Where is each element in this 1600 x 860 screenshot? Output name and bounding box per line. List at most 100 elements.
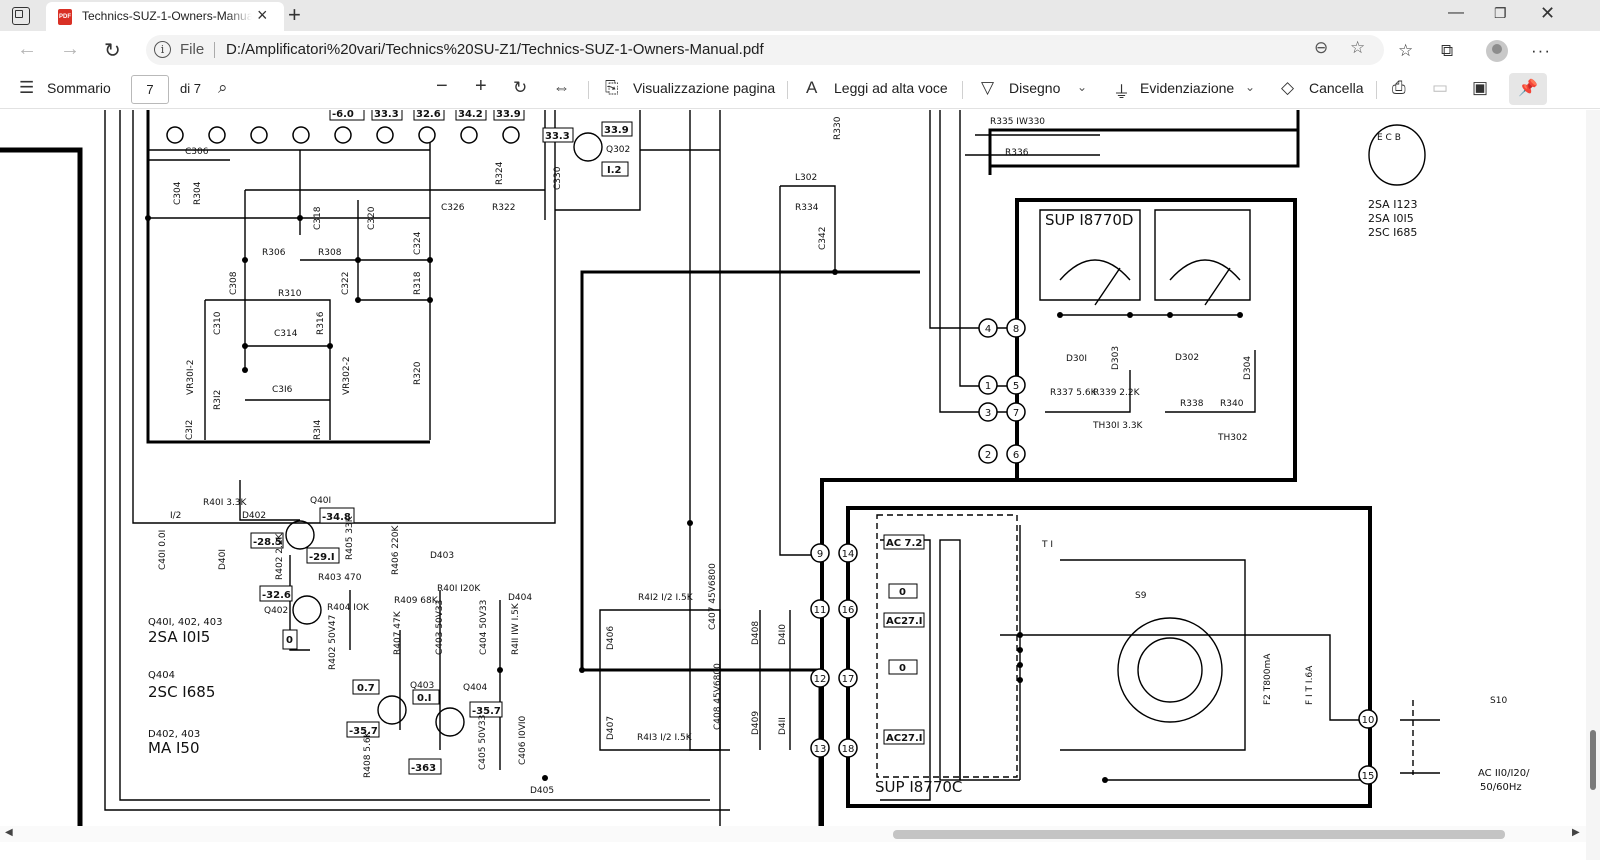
part-reference-label: R4I2 I/2 I.5K xyxy=(638,593,694,603)
part-reference-label: S10 xyxy=(1490,696,1507,706)
refresh-icon[interactable]: ↻ xyxy=(104,38,121,63)
part-reference-label: R3I4 xyxy=(313,419,323,440)
part-reference-label: C403 50V33 xyxy=(435,600,445,655)
page-number-input[interactable]: 7 xyxy=(131,75,169,104)
page-total: di 7 xyxy=(180,81,201,96)
part-reference-label: R334 xyxy=(795,203,819,213)
voltage-label: -29.I xyxy=(309,552,335,563)
fuse-f1-label: F I T I.6A xyxy=(1305,665,1315,705)
vertical-scroll-thumb[interactable] xyxy=(1590,730,1596,790)
svg-text:1: 1 xyxy=(985,381,991,392)
part-reference-label: S9 xyxy=(1135,591,1147,601)
part-reference-label: I/2 xyxy=(170,511,181,521)
part-reference-label: R304 xyxy=(193,181,203,205)
part-reference-label: C306 xyxy=(185,147,209,157)
minimize-icon[interactable]: — xyxy=(1448,4,1464,22)
draw-icon[interactable]: ▽ xyxy=(981,78,994,98)
add-favorite-icon[interactable]: ☆ xyxy=(1350,38,1365,58)
zoom-out-icon[interactable]: ⊖ xyxy=(1314,38,1328,58)
horizontal-scrollbar[interactable]: ◀ ▶ xyxy=(0,826,1586,842)
zoom-out-button[interactable]: − xyxy=(436,75,448,98)
file-scheme-label: File xyxy=(180,41,205,58)
highlight-icon[interactable]: ⏚ xyxy=(1113,78,1130,103)
part-reference-label: R408 5.6K xyxy=(363,730,373,778)
collections-icon[interactable]: ⧉ xyxy=(1441,41,1453,61)
voltage-label: 0.I xyxy=(417,693,431,704)
more-options-icon[interactable]: ··· xyxy=(1531,41,1551,61)
zoom-in-button[interactable]: + xyxy=(475,75,487,98)
scroll-left-icon[interactable]: ◀ xyxy=(5,827,13,838)
part-reference-label: R335 IW330 xyxy=(990,117,1045,127)
back-icon[interactable]: ← xyxy=(17,38,37,61)
voltage-label: 33.9 xyxy=(496,110,521,120)
rotate-icon[interactable]: ↻ xyxy=(513,78,527,98)
part-reference-label: R405 33K xyxy=(345,515,355,560)
part-reference-label: C320 xyxy=(367,206,377,230)
contents-icon[interactable]: ☰ xyxy=(19,78,34,98)
read-aloud-button[interactable]: Leggi ad alta voce xyxy=(834,80,948,96)
svg-text:13: 13 xyxy=(814,744,827,755)
d402-type-label: MA I50 xyxy=(148,739,199,757)
mains-label: AC II0/I20/ xyxy=(1478,768,1530,779)
browser-tab-active[interactable]: PDF Technics-SUZ-1-Owners-Manual.pdf × xyxy=(46,2,284,31)
transistor-list-item: 2SA I0I5 xyxy=(1368,212,1414,225)
highlight-chevron-down-icon[interactable]: ⌄ xyxy=(1245,80,1255,94)
part-reference-label: R402 2.2K xyxy=(275,532,285,580)
profile-avatar[interactable] xyxy=(1486,40,1508,62)
page-view-icon[interactable]: ⎘ xyxy=(605,78,619,98)
part-reference-label: C322 xyxy=(341,272,351,295)
erase-button[interactable]: Cancella xyxy=(1309,80,1363,96)
search-icon[interactable]: ⌕ xyxy=(218,78,228,98)
forward-icon[interactable]: → xyxy=(60,38,80,61)
svg-text:2: 2 xyxy=(985,450,991,461)
pdf-viewer[interactable]: 48 15 37 26 9 14 11 16 12 17 13 18 10 15 SUP … xyxy=(0,110,1600,860)
read-aloud-icon[interactable]: A xyxy=(806,78,817,98)
contents-button[interactable]: Sommario xyxy=(47,80,111,96)
draw-chevron-down-icon[interactable]: ⌄ xyxy=(1077,80,1087,94)
new-tab-icon[interactable]: + xyxy=(288,2,301,28)
tab-strip: PDF Technics-SUZ-1-Owners-Manual.pdf × +… xyxy=(0,0,1600,31)
ac-voltage-label: AC 7.2 xyxy=(886,538,922,549)
q404-group-label: Q404 xyxy=(148,670,175,681)
toolbar-divider xyxy=(1376,81,1377,99)
part-reference-label: R406 220K xyxy=(391,525,401,575)
scroll-right-icon[interactable]: ▶ xyxy=(1572,827,1580,838)
site-info-icon[interactable]: i xyxy=(154,41,171,58)
url-divider xyxy=(214,42,215,58)
fit-page-icon[interactable]: ⇔ xyxy=(553,78,570,98)
part-reference-label: R308 xyxy=(318,248,342,258)
restore-icon[interactable]: ❐ xyxy=(1494,5,1507,22)
horizontal-scroll-thumb[interactable] xyxy=(893,830,1505,839)
voltage-label: -32.6 xyxy=(262,590,291,601)
vertical-scrollbar[interactable] xyxy=(1586,110,1600,860)
part-reference-label: Q402 xyxy=(264,606,288,616)
tab-actions-icon[interactable] xyxy=(12,7,30,25)
print-icon[interactable]: ⎙ xyxy=(1392,78,1406,98)
url-text[interactable]: D:/Amplificatori%20vari/Technics%20SU-Z1… xyxy=(226,41,764,58)
part-reference-label: D304 xyxy=(1243,356,1253,380)
close-window-icon[interactable]: ✕ xyxy=(1540,3,1555,24)
part-reference-label: C308 xyxy=(229,271,239,295)
favorites-icon[interactable]: ☆ xyxy=(1398,41,1413,61)
ac-voltage-label: 0 xyxy=(899,663,906,674)
page-view-button[interactable]: Visualizzazione pagina xyxy=(633,80,775,96)
schematic-diagram: 48 15 37 26 9 14 11 16 12 17 13 18 1015 SUP … xyxy=(0,110,1530,826)
svg-text:18: 18 xyxy=(842,744,855,755)
voltage-label: 32.6 xyxy=(416,110,441,120)
part-reference-label: D4I0 xyxy=(778,624,788,645)
part-reference-label: D403 xyxy=(430,551,454,561)
draw-button[interactable]: Disegno xyxy=(1009,80,1060,96)
part-reference-label: R310 xyxy=(278,289,302,299)
save-as-icon[interactable]: ▣ xyxy=(1472,78,1488,98)
q401-group-label: Q40I, 402, 403 xyxy=(148,617,222,628)
part-reference-label: R306 xyxy=(262,248,286,258)
pin-toolbar-icon[interactable]: 📌 xyxy=(1509,73,1547,105)
close-tab-icon[interactable]: × xyxy=(257,5,268,26)
highlight-button[interactable]: Evidenziazione xyxy=(1140,80,1234,96)
address-bar[interactable]: i File D:/Amplificatori%20vari/Technics%… xyxy=(146,35,1384,65)
voltage-label: 0.7 xyxy=(357,683,375,694)
part-reference-label: R3I2 xyxy=(213,390,223,410)
pdf-toolbar: ☰ Sommario 7 di 7 ⌕ − + ↻ ⇔ ⎘ Visualizza… xyxy=(0,69,1600,109)
part-reference-label: C324 xyxy=(413,231,423,255)
eraser-icon[interactable]: ◇ xyxy=(1281,78,1294,98)
